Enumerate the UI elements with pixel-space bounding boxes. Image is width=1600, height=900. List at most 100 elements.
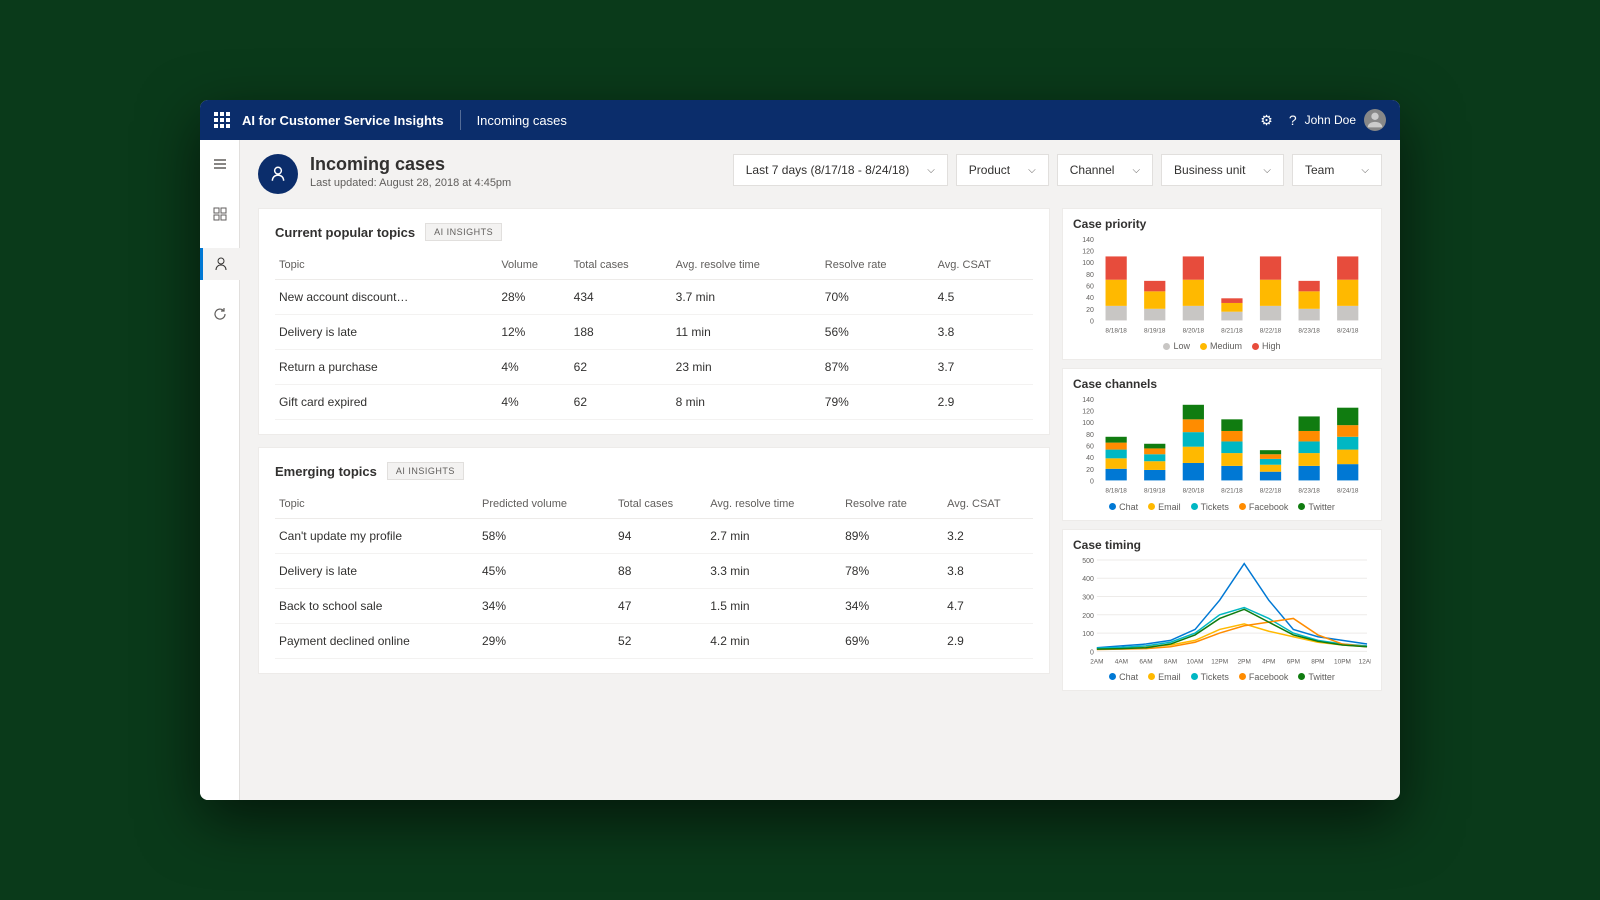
table-cell: 4% — [497, 385, 569, 420]
gear-icon[interactable]: ⚙ — [1260, 112, 1273, 129]
svg-text:0: 0 — [1090, 318, 1094, 325]
page-header: Incoming cases Last updated: August 28, … — [258, 154, 1382, 194]
table-cell: New account discount… — [275, 280, 497, 315]
table-cell: Payment declined online — [275, 624, 478, 659]
chevron-down-icon: ⌵ — [1263, 165, 1271, 176]
table-cell: Can't update my profile — [275, 519, 478, 554]
svg-text:120: 120 — [1082, 409, 1094, 416]
svg-text:8/20/18: 8/20/18 — [1183, 327, 1205, 334]
filter-team[interactable]: Team⌵ — [1292, 154, 1382, 186]
svg-text:10PM: 10PM — [1334, 658, 1351, 665]
table-row[interactable]: Gift card expired4%628 min79%2.9 — [275, 385, 1033, 420]
table-cell: Delivery is late — [275, 554, 478, 589]
legend-item: Email — [1148, 672, 1181, 682]
column-header: Topic — [275, 251, 497, 280]
filter-date[interactable]: Last 7 days (8/17/18 - 8/24/18)⌵ — [733, 154, 948, 186]
table-cell: 52 — [614, 624, 706, 659]
svg-text:80: 80 — [1086, 272, 1094, 279]
user-name[interactable]: John Doe — [1305, 113, 1356, 127]
svg-text:8/18/18: 8/18/18 — [1105, 488, 1127, 495]
table-cell: 88 — [614, 554, 706, 589]
dashboard-icon[interactable] — [200, 198, 240, 230]
svg-text:0: 0 — [1090, 649, 1094, 656]
page-name: Incoming cases — [477, 113, 567, 128]
chart-svg: 0204060801001201408/18/188/19/188/20/188… — [1073, 235, 1371, 334]
table-cell: 62 — [570, 350, 672, 385]
app-window: AI for Customer Service Insights Incomin… — [200, 100, 1400, 800]
svg-text:4PM: 4PM — [1262, 658, 1275, 665]
svg-text:2PM: 2PM — [1238, 658, 1251, 665]
chart-panel: Case channels0204060801001201408/18/188/… — [1062, 368, 1382, 520]
table-cell: 58% — [478, 519, 614, 554]
chart-svg: 01002003004005002AM4AM6AM8AM10AM12PM2PM4… — [1073, 556, 1371, 665]
filter-bu-label: Business unit — [1174, 163, 1245, 177]
table-row[interactable]: New account discount…28%4343.7 min70%4.5 — [275, 280, 1033, 315]
svg-text:8/23/18: 8/23/18 — [1298, 327, 1320, 334]
help-icon[interactable]: ? — [1289, 112, 1297, 128]
column-header: Avg. CSAT — [943, 490, 1033, 519]
table-cell: 1.5 min — [706, 589, 841, 624]
svg-text:8/22/18: 8/22/18 — [1260, 327, 1282, 334]
column-header: Avg. resolve time — [706, 490, 841, 519]
topbar: AI for Customer Service Insights Incomin… — [200, 100, 1400, 140]
filter-product-label: Product — [969, 163, 1010, 177]
emerging-title: Emerging topics — [275, 464, 377, 479]
column-header: Resolve rate — [821, 251, 934, 280]
table-row[interactable]: Delivery is late45%883.3 min78%3.8 — [275, 554, 1033, 589]
column-header: Predicted volume — [478, 490, 614, 519]
chart-title: Case priority — [1073, 217, 1371, 231]
table-cell: Gift card expired — [275, 385, 497, 420]
header-icon — [258, 154, 298, 194]
table-row[interactable]: Return a purchase4%6223 min87%3.7 — [275, 350, 1033, 385]
app-title: AI for Customer Service Insights — [242, 113, 444, 128]
chevron-down-icon: ⌵ — [927, 165, 935, 176]
table-row[interactable]: Back to school sale34%471.5 min34%4.7 — [275, 589, 1033, 624]
chart-panel: Case priority0204060801001201408/18/188/… — [1062, 208, 1382, 360]
emerging-table: TopicPredicted volumeTotal casesAvg. res… — [275, 490, 1033, 659]
svg-text:100: 100 — [1082, 631, 1094, 638]
legend-item: Twitter — [1298, 672, 1335, 682]
column-header: Avg. resolve time — [672, 251, 821, 280]
filter-product[interactable]: Product⌵ — [956, 154, 1049, 186]
column-header: Volume — [497, 251, 569, 280]
chart-legend: ChatEmailTicketsFacebookTwitter — [1073, 502, 1371, 512]
legend-item: Medium — [1200, 341, 1242, 351]
table-cell: 3.7 min — [672, 280, 821, 315]
table-cell: 29% — [478, 624, 614, 659]
table-cell: 4.2 min — [706, 624, 841, 659]
table-cell: 3.3 min — [706, 554, 841, 589]
waffle-icon[interactable] — [214, 112, 230, 128]
table-row[interactable]: Payment declined online29%524.2 min69%2.… — [275, 624, 1033, 659]
svg-text:8/23/18: 8/23/18 — [1298, 488, 1320, 495]
svg-text:100: 100 — [1082, 260, 1094, 267]
avatar[interactable] — [1364, 109, 1386, 131]
refresh-icon[interactable] — [200, 298, 240, 330]
menu-icon[interactable] — [200, 148, 240, 180]
svg-text:200: 200 — [1082, 612, 1094, 619]
table-cell: 12% — [497, 315, 569, 350]
svg-text:8AM: 8AM — [1164, 658, 1177, 665]
column-header: Topic — [275, 490, 478, 519]
table-cell: 11 min — [672, 315, 821, 350]
table-row[interactable]: Delivery is late12%18811 min56%3.8 — [275, 315, 1033, 350]
person-icon[interactable] — [200, 248, 240, 280]
table-cell: 34% — [478, 589, 614, 624]
table-cell: 56% — [821, 315, 934, 350]
svg-text:140: 140 — [1082, 397, 1094, 404]
legend-item: Tickets — [1191, 502, 1229, 512]
table-cell: 3.8 — [934, 315, 1033, 350]
svg-text:40: 40 — [1086, 455, 1094, 462]
table-cell: 434 — [570, 280, 672, 315]
table-cell: 34% — [841, 589, 943, 624]
table-row[interactable]: Can't update my profile58%942.7 min89%3.… — [275, 519, 1033, 554]
column-header: Total cases — [614, 490, 706, 519]
svg-text:8/22/18: 8/22/18 — [1260, 488, 1282, 495]
chevron-down-icon: ⌵ — [1361, 165, 1369, 176]
filter-channel[interactable]: Channel⌵ — [1057, 154, 1153, 186]
filter-business-unit[interactable]: Business unit ⌵ — [1161, 154, 1284, 186]
table-cell: 94 — [614, 519, 706, 554]
chart-panel: Case timing01002003004005002AM4AM6AM8AM1… — [1062, 529, 1382, 691]
table-cell: Delivery is late — [275, 315, 497, 350]
chart-svg: 0204060801001201408/18/188/19/188/20/188… — [1073, 395, 1371, 494]
svg-text:20: 20 — [1086, 467, 1094, 474]
